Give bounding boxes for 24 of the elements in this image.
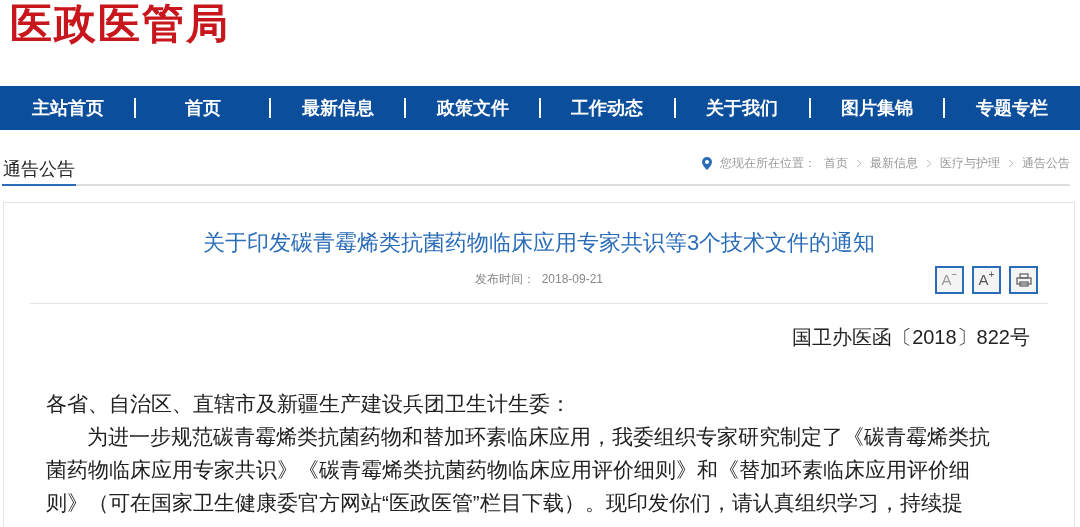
body-paragraph: 为进一步规范碳青霉烯类抗菌药物和替加环素临床应用，我委组织专家研究制定了《碳青霉烯类抗菌药物临床应用专家共识》《碳青霉烯类抗菌药物临床应用评价细则》和《替加环素临床应用评价细则》（可在国家卫生健康委官方网站“医政医管”栏目下载）。现印发你们，请认真组织学习，持续提 — [46, 424, 991, 516]
nav-link[interactable]: 关于我们 — [692, 94, 793, 122]
nav-link[interactable]: 工作动态 — [557, 94, 658, 122]
nav-link[interactable]: 图片集锦 — [827, 94, 928, 122]
nav-link[interactable]: 专题专栏 — [961, 94, 1062, 122]
increase-font-button[interactable]: A$^{+}$ — [972, 266, 1001, 294]
chevron-icon — [1008, 158, 1014, 168]
document-number: 国卫办医函〔2018〕822号 — [792, 325, 1030, 350]
article-title: 关于印发碳青霉烯类抗菌药物临床应用专家共识等3个技术文件的通知 — [201, 229, 877, 257]
chevron-icon — [856, 158, 862, 168]
printer-icon — [1015, 273, 1032, 287]
print-button[interactable] — [1009, 266, 1038, 294]
nav-link[interactable]: 政策文件 — [422, 94, 523, 122]
breadcrumb-label: 您现在所在位置： — [720, 155, 816, 172]
nav-link[interactable]: 首页 — [152, 94, 253, 122]
greeting-text: 各省、自治区、直辖市及新疆生产建设兵团卫生计生委： — [46, 391, 572, 417]
location-pin-icon — [702, 156, 712, 170]
publish-date: 发布时间： 2018-09-21 — [474, 271, 604, 288]
decrease-font-button[interactable]: A$^{−}$ — [935, 266, 964, 294]
nav-link[interactable]: 最新信息 — [287, 94, 388, 122]
section-heading: 通告公告 — [2, 156, 76, 186]
site-logo: 医政医管局 — [10, 0, 231, 48]
chevron-icon — [926, 158, 932, 168]
nav-link[interactable]: 主站首页 — [18, 94, 118, 122]
